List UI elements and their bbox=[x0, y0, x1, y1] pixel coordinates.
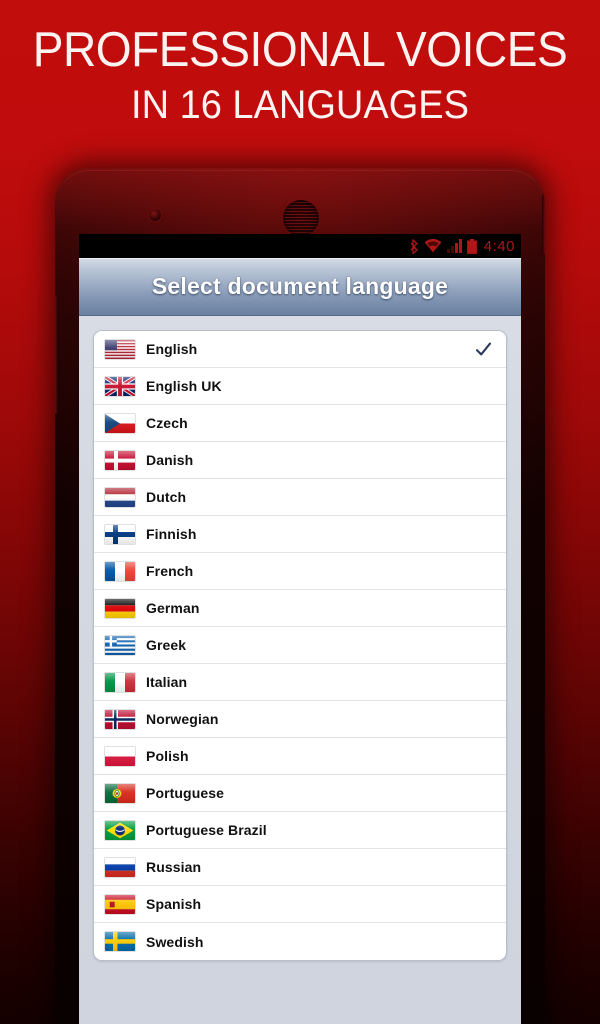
wifi-icon bbox=[424, 239, 442, 253]
language-label: Spanish bbox=[146, 896, 202, 912]
flag-br-icon bbox=[105, 820, 135, 840]
language-label: French bbox=[146, 563, 194, 579]
language-dialog: Select document language English English … bbox=[79, 258, 521, 1024]
language-row[interactable]: English UK bbox=[94, 368, 506, 405]
cellular-signal-icon bbox=[446, 239, 462, 253]
language-label: Norwegian bbox=[146, 711, 219, 727]
flag-dk-icon bbox=[105, 450, 135, 470]
language-label: Dutch bbox=[146, 489, 187, 505]
language-row[interactable]: Polish bbox=[94, 738, 506, 775]
language-row[interactable]: Norwegian bbox=[94, 701, 506, 738]
language-row[interactable]: Russian bbox=[94, 849, 506, 886]
front-camera-icon bbox=[149, 209, 161, 221]
flag-it-icon bbox=[105, 672, 135, 692]
language-row[interactable]: German bbox=[94, 590, 506, 627]
flag-us-icon bbox=[105, 339, 135, 359]
status-bar-clock: 4:40 bbox=[483, 237, 515, 255]
phone-device: 4:40 Select document language English Eng… bbox=[55, 168, 545, 1024]
language-label: Finnish bbox=[146, 526, 197, 542]
dialog-title-bar: Select document language bbox=[79, 258, 521, 316]
status-bar: 4:40 bbox=[79, 234, 521, 258]
promo-headline-line2: IN 16 LANGUAGES bbox=[131, 83, 469, 127]
flag-es-icon bbox=[105, 894, 135, 914]
promo-headline: PROFESSIONAL VOICES IN 16 LANGUAGES bbox=[0, 24, 600, 128]
language-row[interactable]: Spanish bbox=[94, 886, 506, 923]
language-label: Swedish bbox=[146, 933, 204, 950]
flag-cz-icon bbox=[105, 413, 135, 433]
dialog-title: Select document language bbox=[151, 273, 449, 299]
language-label: English UK bbox=[146, 378, 222, 394]
language-row[interactable]: Portuguese Brazil bbox=[94, 812, 506, 849]
earpiece-speaker-icon bbox=[283, 200, 319, 236]
checkmark-icon bbox=[475, 341, 492, 358]
language-row[interactable]: French bbox=[94, 553, 506, 590]
flag-fi-icon bbox=[105, 524, 135, 544]
language-row[interactable]: English bbox=[94, 331, 506, 368]
language-row[interactable]: Czech bbox=[94, 405, 506, 442]
language-row[interactable]: Portuguese bbox=[94, 775, 506, 812]
language-label: Polish bbox=[146, 748, 189, 764]
power-button[interactable] bbox=[542, 194, 545, 254]
language-row[interactable]: Italian bbox=[94, 664, 506, 701]
promo-headline-line1: PROFESSIONAL VOICES bbox=[32, 23, 568, 77]
language-label: Portuguese bbox=[146, 785, 225, 801]
language-label: English bbox=[146, 341, 198, 357]
flag-fr-icon bbox=[105, 561, 135, 581]
flag-se-icon bbox=[105, 932, 135, 951]
language-label: Czech bbox=[146, 415, 188, 431]
language-row[interactable]: Danish bbox=[94, 442, 506, 479]
language-label: Russian bbox=[146, 859, 202, 875]
flag-nl-icon bbox=[105, 487, 135, 507]
flag-gb-icon bbox=[105, 376, 135, 396]
language-label: Danish bbox=[146, 452, 194, 468]
flag-gr-icon bbox=[105, 635, 135, 655]
language-row[interactable]: Dutch bbox=[94, 479, 506, 516]
language-row[interactable]: Swedish bbox=[94, 923, 506, 960]
flag-no-icon bbox=[105, 709, 135, 729]
language-row[interactable]: Finnish bbox=[94, 516, 506, 553]
dialog-body: English English UK Czech Danish Dutch Finnish… bbox=[79, 316, 521, 1024]
language-label: Greek bbox=[146, 637, 187, 653]
flag-ru-icon bbox=[105, 857, 135, 877]
flag-pt-icon bbox=[105, 783, 135, 803]
battery-icon bbox=[466, 238, 477, 254]
language-label: Italian bbox=[146, 674, 188, 690]
bluetooth-icon bbox=[410, 238, 418, 254]
flag-pl-icon bbox=[105, 746, 135, 766]
language-label: German bbox=[146, 600, 200, 616]
language-label: Portuguese Brazil bbox=[146, 822, 267, 838]
language-row[interactable]: Greek bbox=[94, 627, 506, 664]
flag-de-icon bbox=[105, 598, 135, 618]
volume-rocker-button[interactable] bbox=[55, 296, 58, 414]
phone-screen: 4:40 Select document language English Eng… bbox=[79, 234, 521, 1024]
language-list: English English UK Czech Danish Dutch Finnish… bbox=[93, 330, 507, 961]
